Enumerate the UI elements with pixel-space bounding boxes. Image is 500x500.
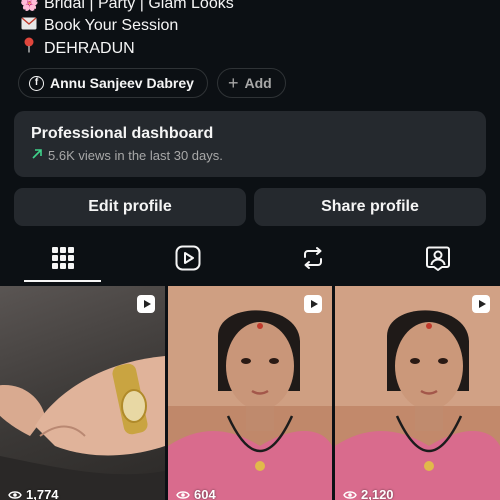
post-view-count: 604 (176, 487, 216, 500)
plus-icon: + (227, 73, 239, 93)
bio-text: DEHRADUN (44, 39, 135, 57)
tab-posts[interactable] (0, 233, 125, 283)
bio-line: Book Your Session (20, 15, 234, 37)
trend-up-icon (31, 147, 43, 163)
pin-icon (20, 37, 38, 60)
eye-icon (176, 490, 190, 499)
reel-indicator-icon (472, 295, 490, 313)
dashboard-subtitle: 5.6K views in the last 30 days. (31, 147, 469, 163)
post-thumbnail[interactable]: 604 (168, 286, 332, 500)
repost-icon (303, 247, 322, 269)
post-image-portrait (335, 286, 500, 500)
eye-icon (343, 490, 357, 499)
professional-dashboard-card[interactable]: Professional dashboard 5.6K views in the… (14, 111, 486, 177)
post-thumbnail[interactable]: 1,774 (0, 286, 165, 500)
post-view-count: 1,774 (8, 487, 59, 500)
add-link-button[interactable]: + Add (216, 68, 286, 98)
bio-line: 🌸 Bridal | Party | Glam Looks (20, 0, 234, 15)
edit-profile-button[interactable]: Edit profile (14, 188, 246, 226)
post-image-portrait (168, 286, 332, 500)
tagged-icon (425, 246, 450, 271)
bio-text: Bridal | Party | Glam Looks (44, 0, 234, 12)
reels-icon (175, 245, 200, 271)
bio-text: Book Your Session (44, 17, 179, 34)
reel-indicator-icon (137, 295, 155, 313)
dashboard-title: Professional dashboard (31, 125, 214, 142)
add-label: Add (244, 75, 272, 91)
reel-indicator-icon (304, 295, 322, 313)
post-thumbnail[interactable]: 2,120 (335, 286, 500, 500)
tab-tagged[interactable] (375, 233, 500, 283)
facebook-name: Annu Sanjeev Dabrey (50, 75, 194, 91)
dashboard-views-text: 5.6K views in the last 30 days. (48, 147, 223, 163)
envelope-icon (20, 15, 38, 37)
post-image-hands (0, 356, 165, 500)
facebook-link-chip[interactable]: f Annu Sanjeev Dabrey (18, 68, 208, 98)
cherry-blossom-icon: 🌸 (20, 0, 39, 12)
profile-tabs (0, 233, 500, 283)
profile-links: f Annu Sanjeev Dabrey + Add (18, 68, 286, 98)
profile-bio: 🌸 Bridal | Party | Glam Looks Book Your … (20, 0, 234, 60)
tab-reposts[interactable] (250, 233, 375, 283)
bio-line: DEHRADUN (20, 37, 234, 60)
post-view-count: 2,120 (343, 487, 394, 500)
facebook-icon: f (29, 75, 44, 91)
eye-icon (8, 490, 22, 499)
grid-icon (51, 247, 74, 269)
post-grid: 1,774 604 2,120 (0, 286, 500, 500)
tab-reels[interactable] (125, 233, 250, 283)
share-profile-button[interactable]: Share profile (254, 188, 486, 226)
